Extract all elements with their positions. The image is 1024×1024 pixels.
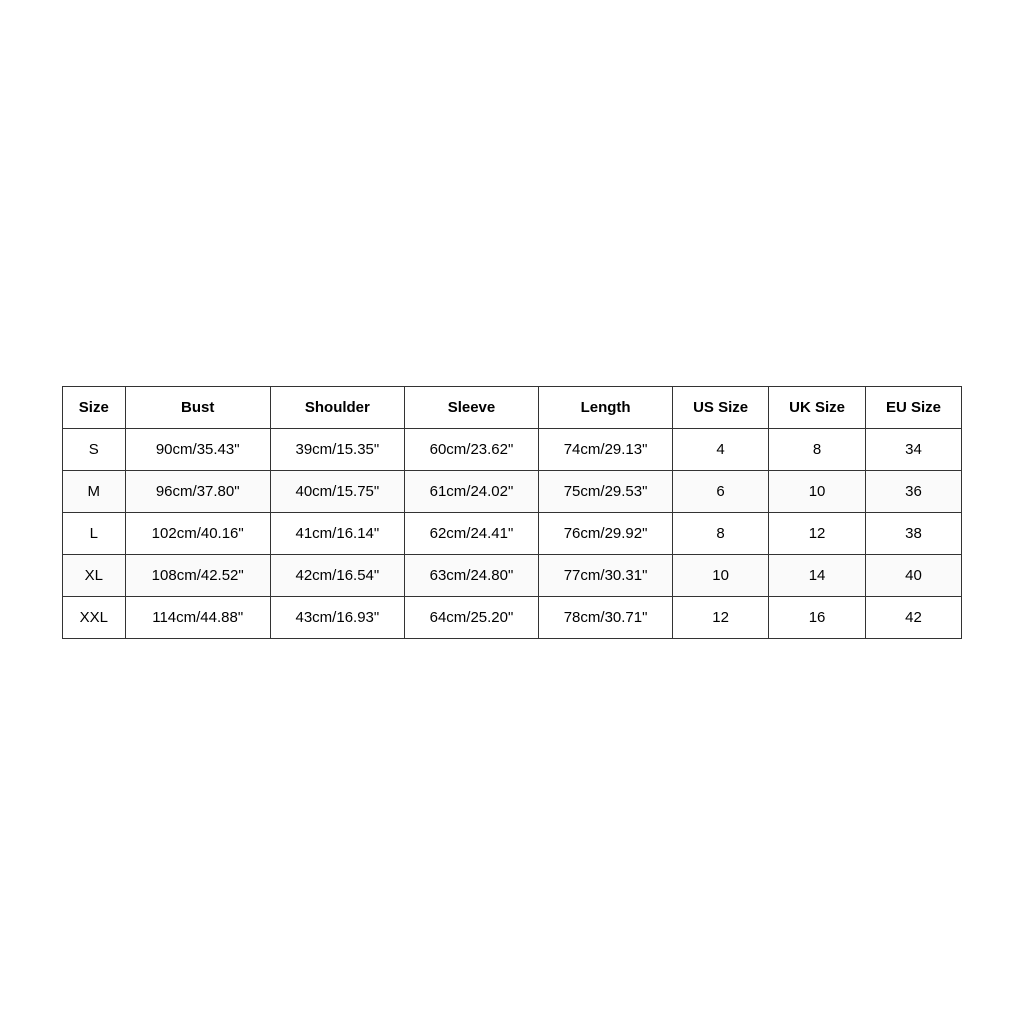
cell-bust: 108cm/42.52" [125, 554, 270, 596]
header-eu-size: EU Size [866, 386, 962, 428]
cell-length: 78cm/30.71" [539, 596, 673, 638]
cell-length: 75cm/29.53" [539, 470, 673, 512]
cell-length: 77cm/30.31" [539, 554, 673, 596]
cell-shoulder: 42cm/16.54" [270, 554, 404, 596]
header-us-size: US Size [673, 386, 769, 428]
cell-uk-size: 16 [769, 596, 866, 638]
cell-eu-size: 40 [866, 554, 962, 596]
cell-shoulder: 40cm/15.75" [270, 470, 404, 512]
header-size: Size [63, 386, 126, 428]
cell-length: 74cm/29.13" [539, 428, 673, 470]
table-row: XXL114cm/44.88"43cm/16.93"64cm/25.20"78c… [63, 596, 962, 638]
cell-uk-size: 10 [769, 470, 866, 512]
table-row: S90cm/35.43"39cm/15.35"60cm/23.62"74cm/2… [63, 428, 962, 470]
cell-bust: 114cm/44.88" [125, 596, 270, 638]
cell-bust: 90cm/35.43" [125, 428, 270, 470]
cell-uk-size: 12 [769, 512, 866, 554]
cell-bust: 96cm/37.80" [125, 470, 270, 512]
cell-size: L [63, 512, 126, 554]
cell-uk-size: 14 [769, 554, 866, 596]
size-chart-container: Size Bust Shoulder Sleeve Length US Size… [62, 386, 962, 639]
table-row: L102cm/40.16"41cm/16.14"62cm/24.41"76cm/… [63, 512, 962, 554]
cell-us-size: 4 [673, 428, 769, 470]
cell-size: XXL [63, 596, 126, 638]
header-length: Length [539, 386, 673, 428]
cell-sleeve: 63cm/24.80" [404, 554, 538, 596]
cell-us-size: 12 [673, 596, 769, 638]
size-chart-table: Size Bust Shoulder Sleeve Length US Size… [62, 386, 962, 639]
header-shoulder: Shoulder [270, 386, 404, 428]
table-row: XL108cm/42.52"42cm/16.54"63cm/24.80"77cm… [63, 554, 962, 596]
cell-sleeve: 61cm/24.02" [404, 470, 538, 512]
cell-sleeve: 62cm/24.41" [404, 512, 538, 554]
header-bust: Bust [125, 386, 270, 428]
cell-eu-size: 38 [866, 512, 962, 554]
cell-size: M [63, 470, 126, 512]
cell-sleeve: 64cm/25.20" [404, 596, 538, 638]
cell-eu-size: 42 [866, 596, 962, 638]
cell-us-size: 8 [673, 512, 769, 554]
cell-eu-size: 36 [866, 470, 962, 512]
header-uk-size: UK Size [769, 386, 866, 428]
cell-shoulder: 43cm/16.93" [270, 596, 404, 638]
cell-size: XL [63, 554, 126, 596]
cell-uk-size: 8 [769, 428, 866, 470]
cell-shoulder: 41cm/16.14" [270, 512, 404, 554]
cell-shoulder: 39cm/15.35" [270, 428, 404, 470]
cell-size: S [63, 428, 126, 470]
header-row: Size Bust Shoulder Sleeve Length US Size… [63, 386, 962, 428]
cell-bust: 102cm/40.16" [125, 512, 270, 554]
table-row: M96cm/37.80"40cm/15.75"61cm/24.02"75cm/2… [63, 470, 962, 512]
header-sleeve: Sleeve [404, 386, 538, 428]
cell-us-size: 10 [673, 554, 769, 596]
cell-sleeve: 60cm/23.62" [404, 428, 538, 470]
cell-us-size: 6 [673, 470, 769, 512]
cell-length: 76cm/29.92" [539, 512, 673, 554]
cell-eu-size: 34 [866, 428, 962, 470]
